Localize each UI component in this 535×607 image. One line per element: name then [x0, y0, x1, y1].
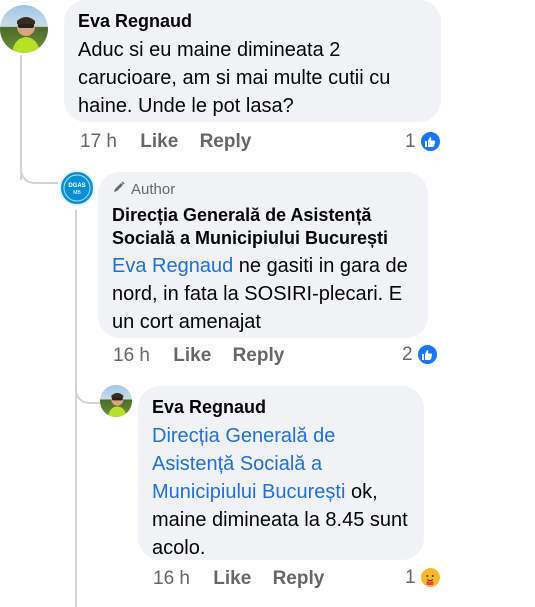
thread-branch [20, 160, 58, 184]
thread-line [75, 210, 77, 607]
like-button[interactable]: Like [213, 568, 251, 589]
mention-link[interactable]: Eva Regnaud [112, 255, 233, 277]
care-icon [418, 566, 442, 589]
pencil-icon [112, 180, 126, 200]
reply-button[interactable]: Reply [273, 568, 325, 589]
comment-time[interactable]: 16 h [153, 568, 190, 589]
like-icon [415, 343, 439, 366]
reaction-count: 2 [402, 343, 413, 365]
comment-text: Eva Regnaud ne gasiti in gara de nord, i… [112, 252, 414, 336]
comment-actions: 16 h Like Reply [113, 345, 284, 367]
avatar[interactable]: DGAS MB [59, 170, 95, 206]
comment-author[interactable]: Eva Regnaud [152, 396, 410, 418]
reply-button[interactable]: Reply [233, 345, 285, 366]
comment-author[interactable]: Eva Regnaud [78, 10, 427, 32]
svg-text:MB: MB [73, 190, 81, 196]
like-icon [418, 130, 442, 153]
comment-bubble: Eva Regnaud Direcția Generală de Asisten… [138, 386, 424, 560]
avatar[interactable] [0, 5, 48, 53]
comment-actions: 16 h Like Reply [153, 568, 324, 590]
comment-actions: 17 h Like Reply [80, 131, 251, 153]
like-button[interactable]: Like [173, 345, 211, 366]
reaction-summary[interactable]: 1 [405, 130, 442, 153]
comment-bubble: Author Direcția Generală de Asistență So… [98, 172, 428, 338]
reaction-count: 1 [405, 566, 416, 588]
comment-bubble: Eva Regnaud Aduc si eu maine dimineata 2… [64, 0, 441, 122]
avatar[interactable] [100, 385, 132, 417]
comment-text: Direcția Generală de Asistență Socială a… [152, 422, 410, 562]
comment-text: Aduc si eu maine dimineata 2 carucioare,… [78, 39, 391, 117]
reaction-count: 1 [405, 130, 416, 152]
author-badge: Author [112, 180, 414, 200]
comment-time[interactable]: 17 h [80, 131, 117, 152]
reaction-summary[interactable]: 2 [402, 343, 439, 366]
author-badge-label: Author [131, 181, 176, 198]
svg-text:DGAS: DGAS [68, 183, 85, 189]
mention-link[interactable]: Direcția Generală de Asistență Socială a… [152, 425, 345, 503]
reply-button[interactable]: Reply [200, 131, 252, 152]
reaction-summary[interactable]: 1 [405, 566, 442, 589]
comment-author[interactable]: Direcția Generală de Asistență Socială a… [112, 204, 414, 250]
like-button[interactable]: Like [140, 131, 178, 152]
comment-time[interactable]: 16 h [113, 345, 150, 366]
thread-branch [75, 380, 101, 404]
